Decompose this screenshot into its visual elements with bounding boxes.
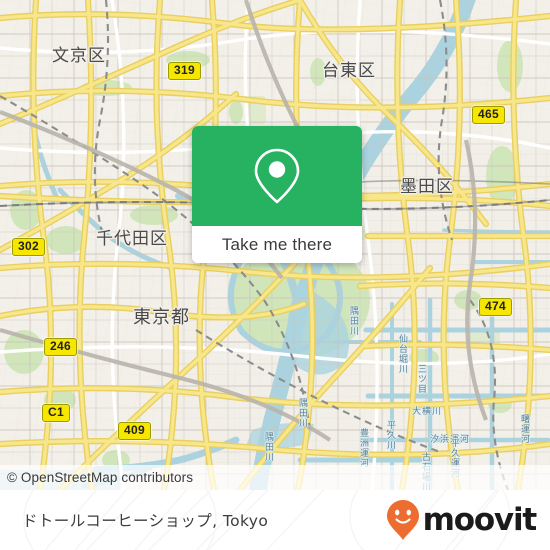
road-shield: 465	[472, 106, 505, 124]
map-label-ward: 台東区	[322, 61, 376, 81]
place-name: ドトールコーヒーショップ, Tokyo	[22, 512, 269, 530]
road-shield: 474	[479, 298, 512, 316]
moovit-smiley-pin-icon	[386, 500, 419, 540]
moovit-wordmark: moovit	[422, 501, 538, 538]
place-caption: ドトールコーヒーショップ, Tokyo	[22, 490, 268, 550]
road-shield: 302	[12, 238, 45, 256]
map-label-prefecture: 東京都	[133, 307, 190, 328]
road-shield: 246	[44, 338, 77, 356]
map-label-ward: 文京区	[52, 46, 106, 66]
map-label-ward: 墨田区	[400, 177, 454, 197]
road-shield: 319	[168, 62, 201, 80]
map-label-canal: 仙台堀川	[397, 334, 407, 374]
map-pin-icon	[254, 148, 300, 204]
card-icon-area	[192, 126, 362, 226]
map-label-ward: 千代田区	[96, 229, 168, 249]
take-me-there-card[interactable]: Take me there	[192, 126, 362, 263]
moovit-logo[interactable]: moovit	[386, 490, 538, 550]
map-label-canal: 平久川	[385, 420, 395, 450]
map-label-canal: 三ツ目	[416, 364, 426, 394]
attribution-text: © OpenStreetMap contributors	[7, 470, 194, 485]
map-label-canal: 豊洲運河	[358, 428, 368, 468]
map-attribution: © OpenStreetMap contributors	[0, 465, 550, 490]
footer-bar: ドトールコーヒーショップ, Tokyo moovit	[0, 490, 550, 550]
map-label-canal: 曙運河	[519, 414, 529, 444]
map-label-river: 隅田川	[263, 432, 273, 462]
map-label-river: 隅田川	[348, 306, 358, 336]
map-label-river: 隅田川	[297, 398, 307, 428]
take-me-there-label: Take me there	[221, 234, 333, 254]
road-shield: C1	[42, 404, 70, 422]
road-shield: 409	[118, 422, 151, 440]
map-label-canal: 大横川	[412, 407, 443, 417]
app-root: 文京区 台東区 墨田区 千代田区 東京都 隅田川 隅田川 隅田川 豊洲運河 仙台…	[0, 0, 550, 550]
card-cta-area[interactable]: Take me there	[192, 226, 362, 263]
